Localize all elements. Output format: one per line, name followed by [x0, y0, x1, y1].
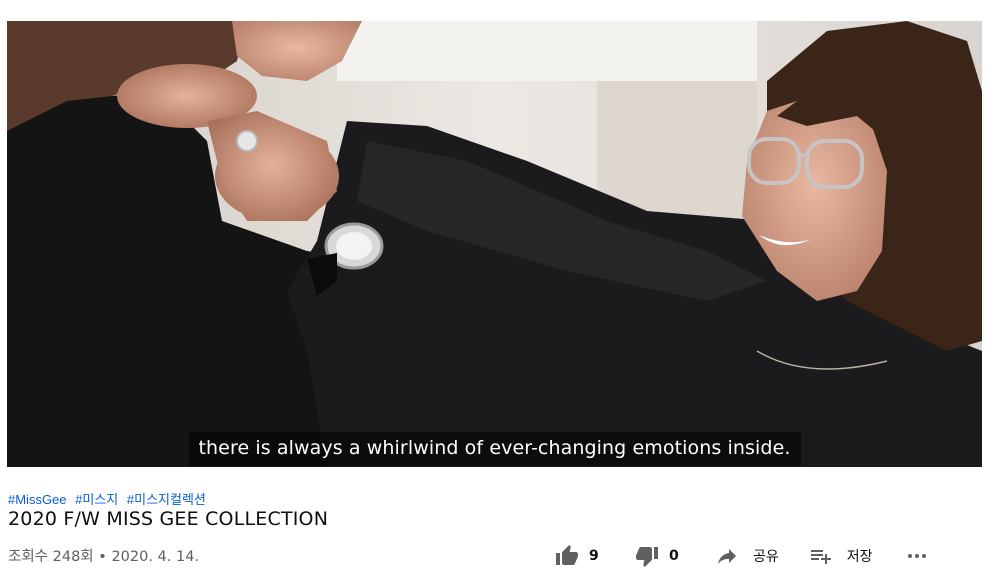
playlist-add-icon — [809, 544, 833, 568]
publish-date: 2020. 4. 14. — [111, 549, 200, 565]
dislike-count: 0 — [669, 548, 679, 564]
hashtag-link[interactable]: #미스지컬렉션 — [127, 492, 206, 507]
share-label: 공유 — [753, 549, 779, 565]
like-button[interactable]: 9 — [555, 544, 615, 568]
video-caption: there is always a whirlwind of ever-chan… — [188, 432, 801, 466]
action-bar: 9 0 공유 저장 — [555, 541, 970, 571]
more-actions-button[interactable] — [905, 544, 929, 568]
hashtag-list: #MissGee #미스지 #미스지컬렉션 — [8, 489, 211, 508]
thumbs-down-icon — [635, 544, 659, 568]
view-count: 조회수 248회 — [8, 549, 94, 565]
video-title: 2020 F/W MISS GEE COLLECTION — [8, 508, 329, 530]
hashtag-link[interactable]: #미스지 — [75, 492, 118, 507]
like-count: 9 — [589, 548, 599, 564]
video-frame — [7, 21, 982, 467]
thumbs-up-icon — [555, 544, 579, 568]
dislike-button[interactable]: 0 — [635, 544, 710, 568]
hashtag-link[interactable]: #MissGee — [8, 492, 67, 507]
save-button[interactable]: 저장 — [809, 544, 873, 568]
share-arrow-icon — [715, 544, 739, 568]
more-horizontal-icon — [905, 544, 929, 568]
share-button[interactable]: 공유 — [715, 544, 779, 568]
meta-separator: • — [98, 549, 107, 565]
video-meta: 조회수 248회 • 2020. 4. 14. — [8, 545, 199, 566]
video-player[interactable]: there is always a whirlwind of ever-chan… — [7, 21, 982, 467]
save-label: 저장 — [846, 549, 873, 565]
